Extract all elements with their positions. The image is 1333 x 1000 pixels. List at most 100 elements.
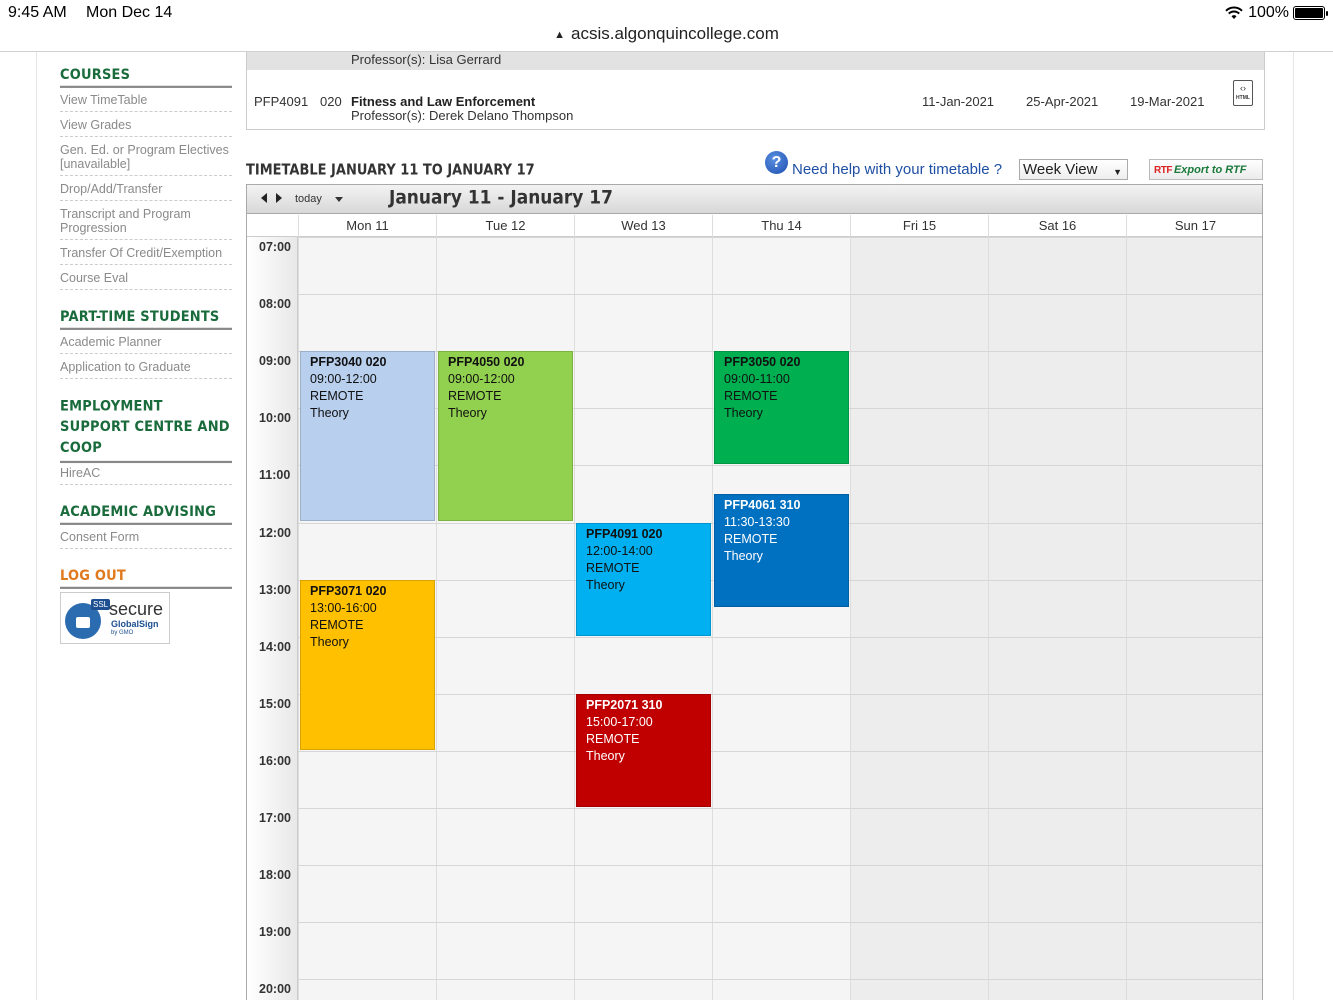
sidebar-heading: ACADEMIC ADVISING xyxy=(60,504,232,525)
battery-icon xyxy=(1293,6,1328,20)
event-mode: REMOTE xyxy=(448,389,502,404)
event-mode: REMOTE xyxy=(724,531,778,546)
sidebar-item-hireac[interactable]: HireAC xyxy=(60,464,232,485)
event-code: PFP3040 020 xyxy=(310,355,387,370)
hour-gridline xyxy=(298,808,1262,809)
hour-gridline xyxy=(298,750,1262,752)
calendar-event[interactable]: PFP3050 020 09:00-11:00 REMOTE Theory xyxy=(714,351,849,465)
time-label: 19:00 xyxy=(259,925,291,940)
sidebar-item-drop-add[interactable]: Drop/Add/Transfer xyxy=(60,180,232,201)
sidebar-heading: EMPLOYMENT SUPPORT CENTRE AND COOP xyxy=(60,396,232,464)
day-header: Tue 12 xyxy=(436,215,574,237)
event-type: Theory xyxy=(310,406,349,421)
hour-gridline xyxy=(298,237,1262,238)
sidebar-section-courses: COURSES View TimeTable View Grades Gen. … xyxy=(60,67,232,290)
url-text: acsis.algonquincollege.com xyxy=(570,24,779,43)
next-week-icon[interactable] xyxy=(276,193,282,203)
calendar-event[interactable]: PFP2071 310 15:00-17:00 REMOTE Theory xyxy=(576,693,711,807)
sidebar-item-view-timetable[interactable]: View TimeTable xyxy=(60,91,232,112)
time-label: 17:00 xyxy=(259,811,291,825)
battery-percent: 100% xyxy=(1248,4,1289,21)
sidebar-heading: COURSES xyxy=(60,67,232,88)
sidebar-item-academic-planner[interactable]: Academic Planner xyxy=(60,333,232,354)
event-mode: REMOTE xyxy=(310,617,364,632)
course-start-date: 11-Jan-2021 xyxy=(922,94,995,109)
view-select-value: Week View xyxy=(1023,161,1098,178)
gmo-text: by GMO xyxy=(111,630,134,636)
course-table: Professor(s): Lisa Gerrard PFP4091 020 F… xyxy=(246,52,1265,130)
course-professor: Professor(s): Derek Delano Thompson xyxy=(351,108,574,123)
sidebar-item-application-graduate[interactable]: Application to Graduate xyxy=(60,358,232,379)
sidebar-item-course-eval[interactable]: Course Eval xyxy=(60,269,232,290)
event-type: Theory xyxy=(724,548,763,563)
day-header: Thu 14 xyxy=(712,215,850,237)
status-date: Mon Dec 14 xyxy=(86,4,173,21)
event-mode: REMOTE xyxy=(586,731,640,746)
sidebar-section-advising: ACADEMIC ADVISING Consent Form xyxy=(60,504,232,549)
sidebar-section-employment: EMPLOYMENT SUPPORT CENTRE AND COOP HireA… xyxy=(60,396,232,485)
event-code: PFP3071 020 xyxy=(310,583,387,598)
previous-course-professor: Professor(s): Lisa Gerrard xyxy=(247,52,1264,70)
calendar-event[interactable]: PFP4050 020 09:00-12:00 REMOTE Theory xyxy=(438,351,573,522)
calendar-event[interactable]: PFP4061 310 11:30-13:30 REMOTE Theory xyxy=(714,493,849,608)
today-button[interactable]: today xyxy=(295,193,322,205)
export-rtf-button[interactable]: RTF Export to RTF xyxy=(1149,159,1263,180)
sidebar-item-view-grades[interactable]: View Grades xyxy=(60,116,232,137)
sidebar-heading: PART-TIME STUDENTS xyxy=(60,309,232,330)
time-label: 12:00 xyxy=(259,525,291,540)
day-header: Wed 13 xyxy=(574,215,712,237)
prev-week-icon[interactable] xyxy=(261,193,267,203)
sidebar-item-transcript[interactable]: Transcript and Program Progression xyxy=(60,205,232,240)
calendar-event[interactable]: PFP4091 020 12:00-14:00 REMOTE Theory xyxy=(576,522,711,636)
hour-gridline xyxy=(298,865,1262,867)
event-time: 09:00-11:00 xyxy=(724,372,790,387)
date-range-title: January 11 - January 17 xyxy=(389,187,613,209)
calendar-event[interactable]: PFP3071 020 13:00-16:00 REMOTE Theory xyxy=(300,579,435,750)
course-section: 020 xyxy=(320,94,342,109)
sidebar-item-electives[interactable]: Gen. Ed. or Program Electives [unavailab… xyxy=(60,141,232,176)
chevron-down-icon: ▼ xyxy=(1113,167,1122,177)
hour-gridline xyxy=(298,693,1262,695)
course-code: PFP4091 xyxy=(254,94,309,109)
time-label: 13:00 xyxy=(259,582,291,597)
sidebar-item-consent-form[interactable]: Consent Form xyxy=(60,528,232,549)
sidebar-nav: COURSES View TimeTable View Grades Gen. … xyxy=(60,67,232,644)
event-type: Theory xyxy=(586,748,625,763)
hour-gridline xyxy=(298,922,1262,924)
course-title: Fitness and Law Enforcement xyxy=(351,94,536,109)
time-label: 20:00 xyxy=(259,982,291,997)
hour-gridline xyxy=(298,979,1262,981)
week-calendar: today January 11 - January 17 Mon 11 Tue … xyxy=(246,184,1263,1000)
calendar-event[interactable]: PFP3040 020 09:00-12:00 REMOTE Theory xyxy=(300,351,435,522)
time-label: 08:00 xyxy=(259,297,291,312)
event-type: Theory xyxy=(724,406,763,421)
event-code: PFP4061 310 xyxy=(724,497,801,512)
event-mode: REMOTE xyxy=(310,389,364,404)
status-time: 9:45 AM xyxy=(8,4,67,21)
url-bar[interactable]: ▲ acsis.algonquincollege.com xyxy=(0,24,1333,44)
logout-link[interactable]: LOG OUT xyxy=(60,568,232,589)
event-time: 15:00-17:00 xyxy=(586,714,653,729)
secure-text: secure xyxy=(109,599,164,619)
event-time: 13:00-16:00 xyxy=(310,600,377,615)
globalsign-text: GlobalSign xyxy=(111,619,159,629)
event-code: PFP3050 020 xyxy=(724,355,801,370)
view-select[interactable]: Week View ▼ xyxy=(1019,159,1128,180)
course-drop-date: 19-Mar-2021 xyxy=(1130,94,1205,109)
ssl-secure-badge[interactable]: SSL secure GlobalSign by GMO xyxy=(60,592,170,644)
time-column: 07:00 08:00 09:00 10:00 11:00 12:00 13:00 14:00… xyxy=(247,237,298,1000)
status-right: 100% xyxy=(1224,4,1328,22)
help-icon[interactable]: ? xyxy=(765,151,788,174)
calendar-grid: Mon 11 Tue 12 Wed 13 Thu 14 Fri 15 Sat 16 Sun … xyxy=(247,215,1262,1000)
help-link[interactable]: Need help with your timetable ? xyxy=(792,161,1002,178)
day-header: Mon 11 xyxy=(298,215,436,237)
event-time: 09:00-12:00 xyxy=(448,372,515,387)
status-bar: 9:45 AM Mon Dec 14 100% ▲ acsis.algonquin… xyxy=(0,0,1333,52)
event-time: 12:00-14:00 xyxy=(586,543,653,558)
sidebar-item-transfer-credit[interactable]: Transfer Of Credit/Exemption xyxy=(60,244,232,265)
event-code: PFP2071 310 xyxy=(586,697,663,712)
timetable-title: TIMETABLE JANUARY 11 TO JANUARY 17 xyxy=(246,161,535,180)
caret-down-icon[interactable] xyxy=(335,197,343,202)
lock-icon: ▲ xyxy=(554,29,565,41)
html-document-icon[interactable]: ‹› HTML xyxy=(1233,80,1253,106)
